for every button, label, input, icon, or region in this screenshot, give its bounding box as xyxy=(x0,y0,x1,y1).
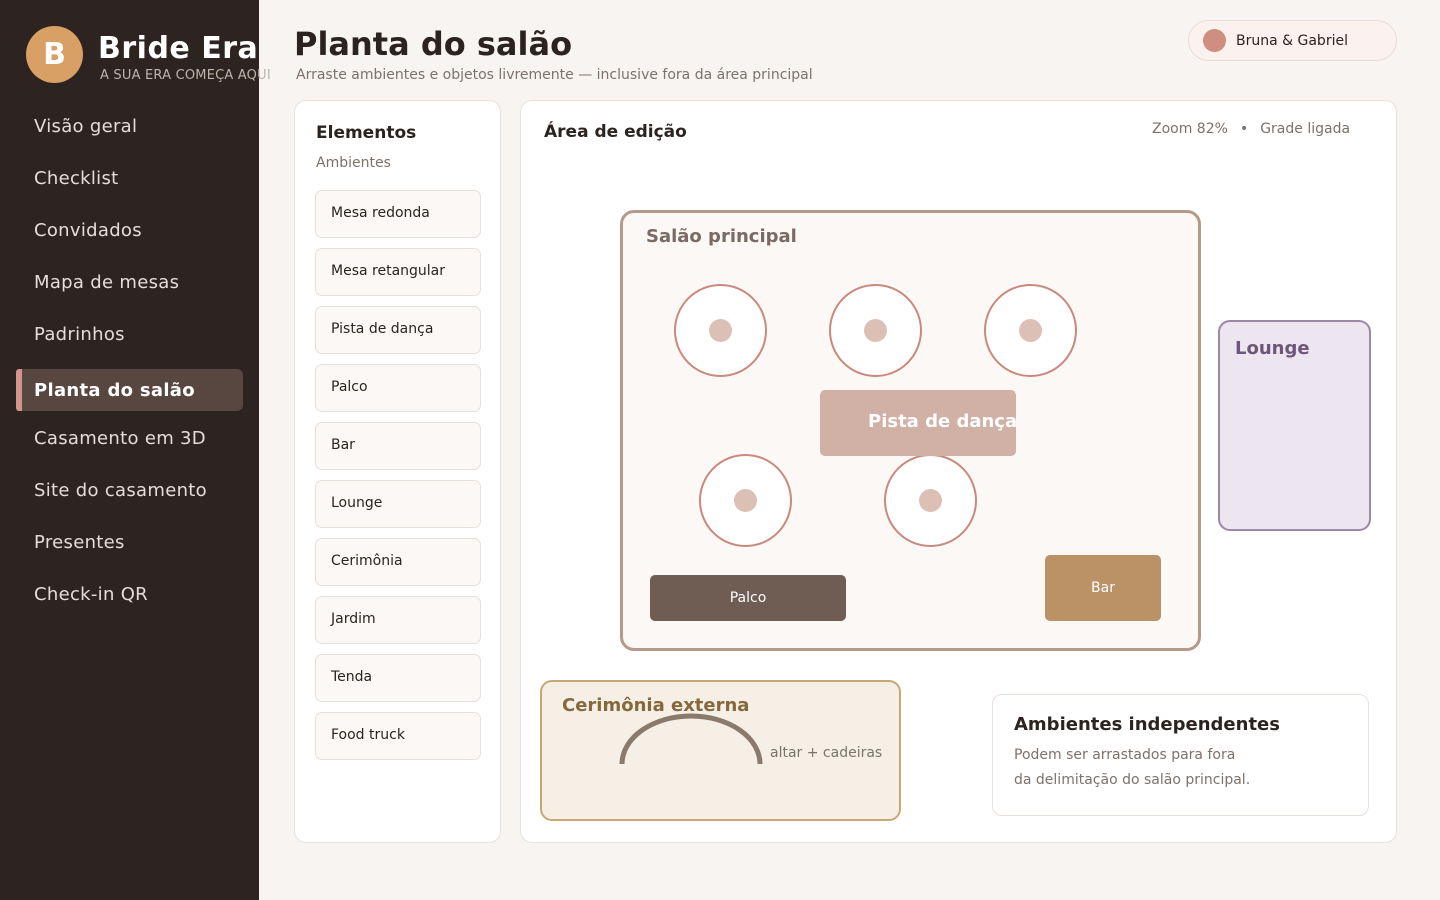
logo-mark: B xyxy=(26,26,83,83)
info-title: Ambientes independentes xyxy=(1014,714,1280,735)
sidebar-item-site[interactable]: Site do casamento xyxy=(16,469,243,511)
table-center xyxy=(1019,319,1042,342)
element-tenda[interactable]: Tenda xyxy=(315,654,481,702)
sidebar-item-planta-do-salao[interactable]: Planta do salão xyxy=(16,369,243,411)
table-center xyxy=(919,489,942,512)
sidebar-item-padrinhos[interactable]: Padrinhos xyxy=(16,313,243,355)
element-mesa-redonda[interactable]: Mesa redonda xyxy=(315,190,481,238)
element-bar[interactable]: Bar xyxy=(315,422,481,470)
round-table[interactable] xyxy=(829,284,922,377)
sidebar-item-checklist[interactable]: Checklist xyxy=(16,157,243,199)
page-title: Planta do salão xyxy=(294,25,573,63)
elements-panel: Elementos Ambientes Mesa redonda Mesa re… xyxy=(294,100,501,843)
round-table[interactable] xyxy=(984,284,1077,377)
bar-label: Bar xyxy=(1091,580,1115,596)
round-table[interactable] xyxy=(884,454,977,547)
dance-floor-label: Pista de dança xyxy=(868,411,1018,432)
sidebar-item-visao-geral[interactable]: Visão geral xyxy=(16,105,243,147)
grid-toggle[interactable]: Grade ligada xyxy=(1260,121,1350,137)
stage[interactable]: Palco xyxy=(650,575,846,621)
sidebar-item-casamento-3d[interactable]: Casamento em 3D xyxy=(16,417,243,459)
altar-arch-icon xyxy=(619,713,763,765)
user-name: Bruna & Gabriel xyxy=(1236,32,1348,49)
element-jardim[interactable]: Jardim xyxy=(315,596,481,644)
sidebar-item-convidados[interactable]: Convidados xyxy=(16,209,243,251)
stage-label: Palco xyxy=(729,590,767,606)
elements-title: Elementos xyxy=(316,123,417,143)
lounge-label: Lounge xyxy=(1235,338,1310,359)
brand-tagline: A SUA ERA COMEÇA AQUI xyxy=(100,68,271,83)
zoom-level[interactable]: Zoom 82% xyxy=(1152,121,1228,137)
sidebar-item-check-in-qr[interactable]: Check-in QR xyxy=(16,573,243,615)
ceremony-note: altar + cadeiras xyxy=(770,745,883,761)
elements-section-label: Ambientes xyxy=(316,155,391,171)
element-food-truck[interactable]: Food truck xyxy=(315,712,481,760)
sidebar: B Bride Era A SUA ERA COMEÇA AQUI Visão … xyxy=(0,0,271,900)
sidebar-item-mapa-de-mesas[interactable]: Mapa de mesas xyxy=(16,261,243,303)
info-text: Podem ser arrastados para fora xyxy=(1014,747,1236,763)
info-text: da delimitação do salão principal. xyxy=(1014,772,1251,788)
table-center xyxy=(734,489,757,512)
element-lounge[interactable]: Lounge xyxy=(315,480,481,528)
round-table[interactable] xyxy=(699,454,792,547)
brand-name: Bride Era xyxy=(98,31,259,66)
element-mesa-retangular[interactable]: Mesa retangular xyxy=(315,248,481,296)
status-separator: • xyxy=(1239,121,1249,137)
round-table[interactable] xyxy=(674,284,767,377)
element-cerimonia[interactable]: Cerimônia xyxy=(315,538,481,586)
editor-status: Zoom 82% • Grade ligada xyxy=(1152,121,1350,137)
sidebar-item-presentes[interactable]: Presentes xyxy=(16,521,243,563)
main-hall-label: Salão principal xyxy=(646,226,797,247)
avatar xyxy=(1203,29,1226,52)
element-pista-de-danca[interactable]: Pista de dança xyxy=(315,306,481,354)
editor-title: Área de edição xyxy=(544,122,687,142)
bar[interactable]: Bar xyxy=(1045,555,1161,621)
table-center xyxy=(709,319,732,342)
user-menu[interactable]: Bruna & Gabriel xyxy=(1188,20,1397,61)
table-center xyxy=(864,319,887,342)
page-subtitle: Arraste ambientes e objetos livremente —… xyxy=(296,67,813,83)
element-palco[interactable]: Palco xyxy=(315,364,481,412)
